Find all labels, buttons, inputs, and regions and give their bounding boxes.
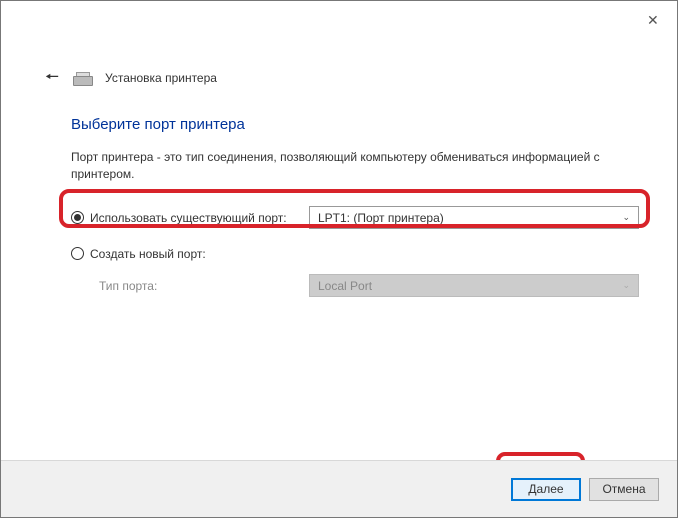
wizard-title: Установка принтера xyxy=(105,71,217,85)
port-type-dropdown: Local Port ⌄ xyxy=(309,274,639,297)
option-use-existing-port: Использовать существующий порт: LPT1: (П… xyxy=(71,204,639,232)
dialog-footer: Далее Отмена xyxy=(1,460,677,517)
port-type-value: Local Port xyxy=(318,279,372,293)
cancel-button[interactable]: Отмена xyxy=(589,478,659,501)
port-type-label: Тип порта: xyxy=(99,279,157,293)
page-description: Порт принтера - это тип соединения, позв… xyxy=(71,149,639,184)
existing-port-dropdown[interactable]: LPT1: (Порт принтера) ⌄ xyxy=(309,206,639,229)
radio-create-new[interactable] xyxy=(71,247,84,260)
wizard-header: 🠔 Установка принтера xyxy=(45,70,217,86)
chevron-down-icon: ⌄ xyxy=(622,212,630,223)
next-button[interactable]: Далее xyxy=(511,478,581,501)
page-heading: Выберите порт принтера xyxy=(71,116,639,133)
radio-use-existing-label[interactable]: Использовать существующий порт: xyxy=(90,211,287,225)
existing-port-value: LPT1: (Порт принтера) xyxy=(318,211,444,225)
close-icon[interactable]: ✕ xyxy=(647,13,659,25)
radio-use-existing[interactable] xyxy=(71,211,84,224)
port-type-row: Тип порта: Local Port ⌄ xyxy=(71,272,639,300)
radio-create-new-label[interactable]: Создать новый порт: xyxy=(90,247,206,261)
option-create-new-port: Создать новый порт: xyxy=(71,240,639,268)
printer-icon xyxy=(73,70,91,86)
chevron-down-icon: ⌄ xyxy=(622,280,630,291)
back-arrow-icon[interactable]: 🠔 xyxy=(45,70,59,86)
